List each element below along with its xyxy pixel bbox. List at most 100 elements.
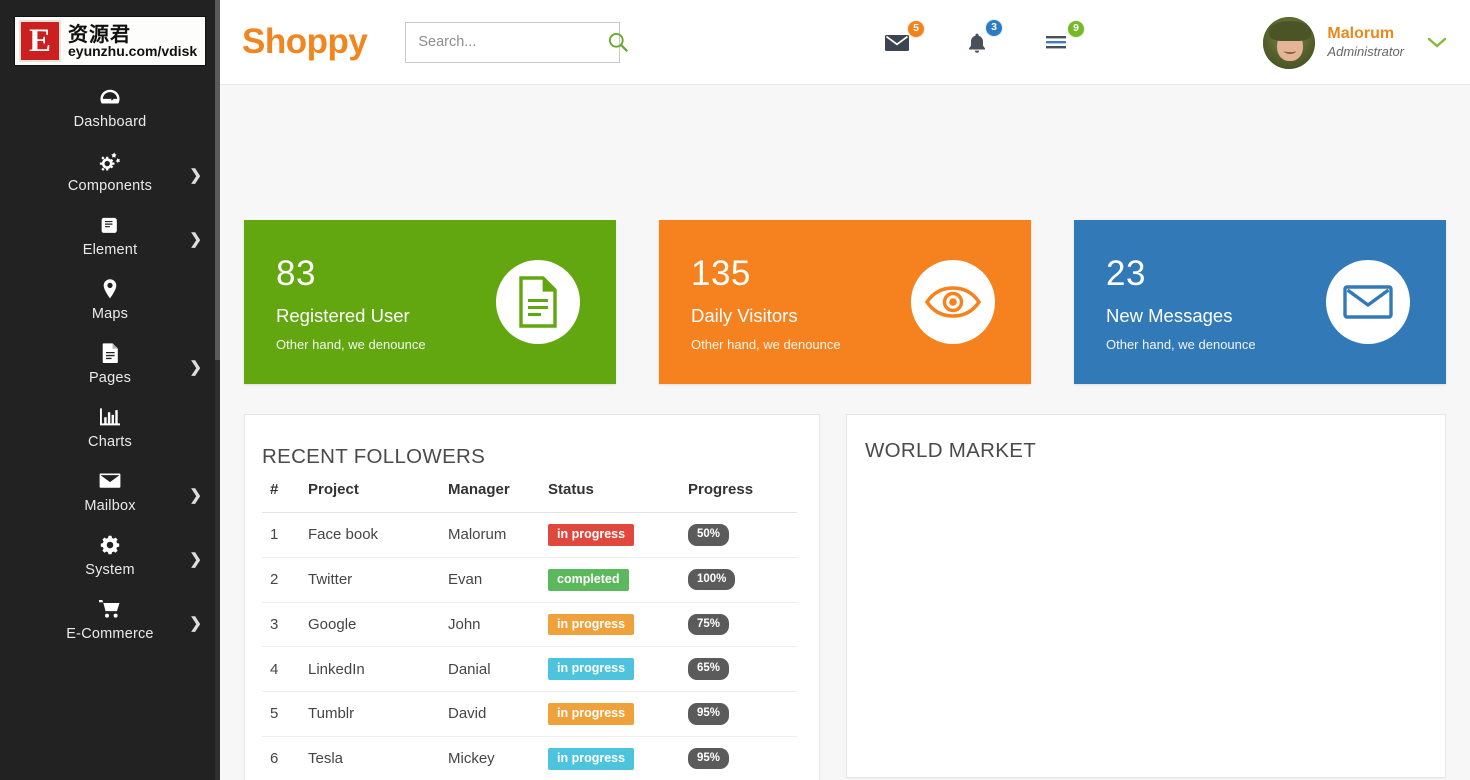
- sidebar-item-system[interactable]: System ❯: [0, 522, 220, 586]
- sidebar-item-charts[interactable]: Charts: [0, 394, 220, 458]
- followers-table: # Project Manager Status Progress 1 Face…: [262, 481, 797, 780]
- sidebar-logo[interactable]: E 资源君 eyunzhu.com/vdisk: [0, 0, 220, 72]
- cell-manager: Mickey: [448, 750, 495, 768]
- logo-url-text: eyunzhu.com/vdisk: [68, 42, 198, 59]
- book-icon: [0, 214, 220, 236]
- tasks-icon: [1044, 35, 1070, 57]
- search-button[interactable]: [605, 31, 631, 53]
- sidebar-item-maps[interactable]: Maps: [0, 266, 220, 330]
- world-market-panel: WORLD MARKET: [846, 414, 1446, 778]
- progress-badge: 95%: [688, 703, 730, 725]
- cart-icon: [0, 598, 220, 620]
- sidebar: E 资源君 eyunzhu.com/vdisk Dashboard Compon…: [0, 0, 220, 780]
- progress-badge: 100%: [688, 568, 736, 591]
- main-area: Shoppy 5: [220, 0, 1470, 780]
- stat-cards: 83 Registered User Other hand, we denoun…: [244, 85, 1446, 384]
- cell-progress: 95%: [680, 691, 797, 737]
- sidebar-item-dashboard[interactable]: Dashboard: [0, 74, 220, 138]
- stat-card-daily-visitors[interactable]: 135 Daily Visitors Other hand, we denoun…: [659, 220, 1031, 384]
- cell-number: 3: [262, 602, 300, 648]
- status-badge: in progress: [548, 613, 635, 636]
- top-header: Shoppy 5: [220, 0, 1470, 85]
- column-header-project: Project: [300, 481, 440, 513]
- stat-card-registered-user[interactable]: 83 Registered User Other hand, we denoun…: [244, 220, 616, 384]
- search-icon: [607, 32, 629, 56]
- chevron-right-icon: ❯: [189, 359, 202, 376]
- sidebar-item-label: Dashboard: [73, 114, 147, 130]
- bell-icon: [966, 33, 988, 58]
- mail-icon: [884, 34, 910, 57]
- cell-project: Tumblr: [300, 691, 440, 737]
- cell-status: in progress: [540, 736, 680, 780]
- column-header-status: Status: [540, 481, 680, 513]
- cell-manager: David: [440, 691, 540, 737]
- header-icon-group: 5 3 9: [880, 0, 1085, 85]
- eye-icon: [911, 260, 995, 344]
- column-header-progress: Progress: [680, 481, 797, 513]
- sidebar-item-mailbox[interactable]: Mailbox ❯: [0, 458, 220, 522]
- app-root: E 资源君 eyunzhu.com/vdisk Dashboard Compon…: [0, 0, 1470, 780]
- table-row[interactable]: 2 Twitter Evan completed 100%: [262, 557, 797, 603]
- profile-menu[interactable]: Malorum Administrator: [1263, 0, 1448, 85]
- stat-card-new-messages[interactable]: 23 New Messages Other hand, we denounce: [1074, 220, 1446, 384]
- cell-progress: 50%: [680, 512, 797, 558]
- cell-progress: 75%: [680, 602, 797, 648]
- header-mail-button[interactable]: 5: [880, 19, 925, 57]
- status-badge: in progress: [548, 658, 635, 680]
- cell-status: in progress: [540, 691, 680, 737]
- search-input[interactable]: [418, 34, 606, 50]
- cell-status: in progress: [540, 602, 680, 648]
- cell-number: 6: [270, 750, 279, 768]
- table-row[interactable]: 6 Tesla Mickey in progress 95%: [262, 736, 797, 780]
- sidebar-item-label: Maps: [91, 306, 129, 322]
- chevron-right-icon: ❯: [189, 551, 202, 568]
- sidebar-item-label: Components: [67, 178, 153, 194]
- cell-manager: Evan: [440, 557, 540, 603]
- cell-project: Tesla: [308, 750, 344, 768]
- stat-subtitle: Other hand, we denounce: [1106, 336, 1256, 352]
- table-row[interactable]: 4 LinkedIn Danial in progress 65%: [262, 646, 797, 692]
- header-notifications-button[interactable]: 3: [962, 18, 1003, 58]
- map-pin-icon: [0, 278, 220, 300]
- table-row[interactable]: 5 Tumblr David in progress 95%: [262, 691, 797, 737]
- sidebar-item-label: E-Commerce: [66, 626, 154, 642]
- sidebar-item-components[interactable]: Components ❯: [0, 138, 220, 202]
- chevron-right-icon: ❯: [189, 487, 202, 504]
- cell-number: 2: [262, 557, 300, 603]
- status-badge: in progress: [548, 747, 635, 770]
- sidebar-item-element[interactable]: Element ❯: [0, 202, 220, 266]
- status-badge: in progress: [548, 703, 635, 725]
- cell-manager: Malorum: [440, 512, 540, 558]
- chevron-down-icon[interactable]: [1426, 36, 1448, 50]
- chevron-right-icon: ❯: [189, 231, 202, 248]
- cell-progress: 95%: [680, 736, 797, 780]
- status-badge: completed: [548, 568, 629, 591]
- cell-status: in progress: [540, 512, 680, 558]
- sidebar-nav: Dashboard Components ❯ Element ❯ Maps Pa…: [0, 72, 220, 650]
- cell-number: 4: [262, 646, 300, 692]
- stat-subtitle: Other hand, we denounce: [276, 336, 426, 352]
- search-box[interactable]: [405, 21, 629, 63]
- recent-followers-panel: RECENT FOLLOWERS # Project Manager Statu…: [244, 414, 820, 780]
- bar-chart-icon: [0, 406, 220, 428]
- cell-manager: John: [440, 602, 540, 648]
- progress-badge: 65%: [688, 658, 730, 680]
- logo-chinese-text: 资源君: [68, 21, 131, 46]
- gears-icon: [0, 150, 220, 172]
- header-tasks-button[interactable]: 9: [1040, 19, 1085, 57]
- chevron-right-icon: ❯: [189, 167, 202, 184]
- progress-badge: 95%: [688, 747, 730, 770]
- sidebar-item-pages[interactable]: Pages ❯: [0, 330, 220, 394]
- cell-project: LinkedIn: [300, 646, 440, 692]
- sidebar-item-e-commerce[interactable]: E-Commerce ❯: [0, 586, 220, 650]
- cell-status: completed: [540, 557, 680, 603]
- cell-number: 1: [262, 512, 300, 558]
- sidebar-item-label: System: [85, 562, 135, 578]
- stat-subtitle: Other hand, we denounce: [691, 336, 841, 352]
- file-text-icon: [496, 260, 580, 344]
- avatar: [1263, 16, 1316, 69]
- table-row[interactable]: 1 Face book Malorum in progress 50%: [262, 512, 797, 558]
- table-row[interactable]: 3 Google John in progress 75%: [262, 602, 797, 648]
- column-header-manager: Manager: [440, 481, 540, 513]
- panel-title: RECENT FOLLOWERS: [262, 445, 486, 468]
